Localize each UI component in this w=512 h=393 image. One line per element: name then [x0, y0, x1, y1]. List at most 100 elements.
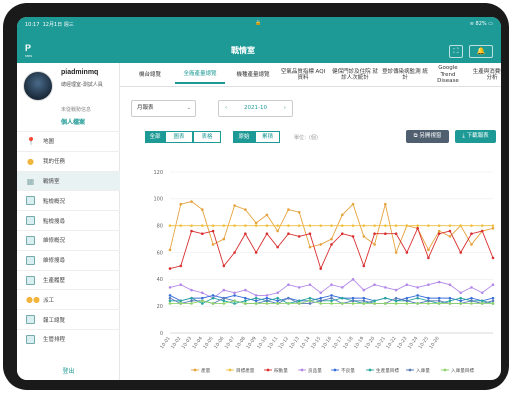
tab-2[interactable]: 機種產量總覽 [230, 66, 276, 84]
people-icon: ●● [26, 295, 40, 305]
data-point [168, 299, 172, 303]
data-point [168, 296, 172, 300]
logout-button[interactable]: 登出 [17, 366, 120, 375]
data-point [233, 299, 236, 303]
sidebar-item-5[interactable]: 維修概況 [17, 229, 120, 250]
data-point [190, 302, 193, 305]
period-select[interactable]: 月報表 ⌄ [131, 100, 196, 117]
data-point [244, 224, 247, 227]
data-point [179, 302, 183, 305]
sidebar-item-10[interactable]: 生管排程 [17, 328, 120, 349]
data-point [470, 224, 473, 227]
profile-link[interactable]: 個人檔案 [61, 117, 85, 126]
tab-7[interactable]: 生產與消費數據 分析 [472, 66, 501, 84]
data-point [319, 291, 323, 295]
user-status: 未從戰勢信息 [61, 107, 92, 113]
view-tab-chart[interactable]: 圖表 [165, 131, 193, 143]
data-point [265, 213, 269, 217]
open-new-window-button[interactable]: ⧉ 另開視窗 [406, 130, 449, 143]
sidebar-item-4[interactable]: 點檢搜尋 [17, 210, 120, 230]
x-tick-label: 10-01 [159, 336, 172, 350]
data-point [340, 296, 344, 300]
data-point [222, 299, 226, 303]
download-report-label: 下載報表 [466, 133, 489, 139]
period-select-value: 月報表 [137, 105, 154, 111]
sidebar-item-1[interactable]: ● 我的任務 [17, 150, 120, 171]
data-point [211, 302, 215, 305]
sidebar-item-2[interactable]: ▦ 戰情室 [17, 170, 120, 191]
view-tab-table[interactable]: 表格 [193, 131, 221, 143]
data-point [437, 302, 441, 305]
data-point [394, 296, 398, 300]
sidebar-item-6[interactable]: 維修搜尋 [17, 249, 120, 270]
report-tabs: 機台總覽 全廠產量總覽 機種產量總覽 空氣品質指標 AQI資料 健保門診及住院 就診人次… [120, 63, 501, 87]
data-point [254, 224, 258, 227]
data-point [351, 278, 355, 281]
sidebar-item-0[interactable]: 📍 地圖 [17, 131, 120, 151]
data-point [362, 299, 366, 303]
data-point [470, 286, 473, 289]
data-point [491, 302, 495, 305]
data-point [448, 302, 452, 305]
app-logo-subtitle: SMIS [25, 54, 33, 58]
data-point [416, 227, 419, 230]
avatar[interactable] [23, 71, 53, 101]
data-point [362, 264, 366, 268]
data-point [373, 283, 376, 286]
wifi-icon: ≋ [469, 21, 474, 27]
tab-1[interactable]: 全廠產量總覽 [175, 66, 225, 84]
data-point [276, 245, 279, 249]
sidebar-item-label: 報工總覽 [43, 317, 66, 324]
sidebar-item-label: 地圖 [43, 139, 55, 146]
chevron-right-icon[interactable]: › [284, 101, 286, 116]
data-point [201, 232, 204, 236]
month-value[interactable]: 2021-10 [244, 105, 267, 111]
data-point [233, 251, 236, 254]
data-point [340, 302, 344, 305]
legend-label: 稼動量 [274, 367, 288, 374]
x-tick-label: 10-15 [310, 336, 323, 350]
data-point [480, 302, 484, 305]
data-point [308, 299, 312, 303]
notification-bell-icon[interactable]: 🔔 [469, 45, 493, 58]
tab-5[interactable]: 登診傳染病監測 統計 [382, 66, 428, 84]
mode-tab-cumulative[interactable]: 累積 [255, 131, 280, 143]
sidebar-item-label: 維修搜尋 [43, 258, 66, 265]
view-tab-all[interactable]: 全部 [145, 131, 165, 143]
data-point [394, 302, 398, 305]
data-point [308, 302, 312, 305]
map-pin-icon: 📍 [26, 137, 36, 146]
data-point [405, 251, 409, 254]
data-point [168, 248, 172, 252]
sidebar-item-3[interactable]: 點檢概況 [17, 190, 120, 210]
data-point [470, 243, 473, 246]
data-point [340, 232, 344, 236]
view-controls: 全部 圖表 表格 原始 累積 單位：(個) ⧉ 另開視窗 ⤓ 下載報表 [120, 127, 501, 145]
chart-svg: 0 20 40 60 80 100 120 10-01 10-02 10-03 10-04 10-05… [153, 170, 495, 374]
legend-marker [368, 368, 372, 372]
data-point [244, 288, 247, 292]
data-point [211, 224, 215, 227]
chevron-left-icon[interactable]: ‹ [225, 101, 227, 116]
data-point [416, 224, 419, 227]
data-point [254, 294, 258, 297]
tab-6[interactable]: Google Trend Disease [430, 65, 466, 84]
tab-3[interactable]: 空氣品質指標 AQI資料 [280, 66, 326, 84]
sidebar-item-8[interactable]: ●● 派工 [17, 289, 120, 309]
x-tick-label: 10-14 [299, 336, 312, 350]
data-point [190, 224, 193, 227]
sidebar-item-7[interactable]: 生產履歷 [17, 269, 120, 290]
tab-4[interactable]: 健保門診及住院 就診人次統計 [330, 66, 380, 84]
data-point [459, 291, 463, 295]
data-point [437, 280, 441, 284]
status-date: 12月1日 週三 [42, 22, 74, 28]
fullscreen-icon[interactable]: ⛶ [449, 45, 463, 58]
sidebar-item-9[interactable]: 報工總覽 [17, 309, 120, 329]
app-logo[interactable]: P [25, 43, 31, 53]
x-tick-label: 10-16 [321, 336, 334, 350]
data-point [427, 302, 430, 305]
download-report-button[interactable]: ⤓ 下載報表 [455, 130, 496, 143]
report-icon [26, 315, 35, 325]
mode-tab-raw[interactable]: 原始 [233, 131, 255, 143]
tab-0[interactable]: 機台總覽 [130, 66, 170, 84]
